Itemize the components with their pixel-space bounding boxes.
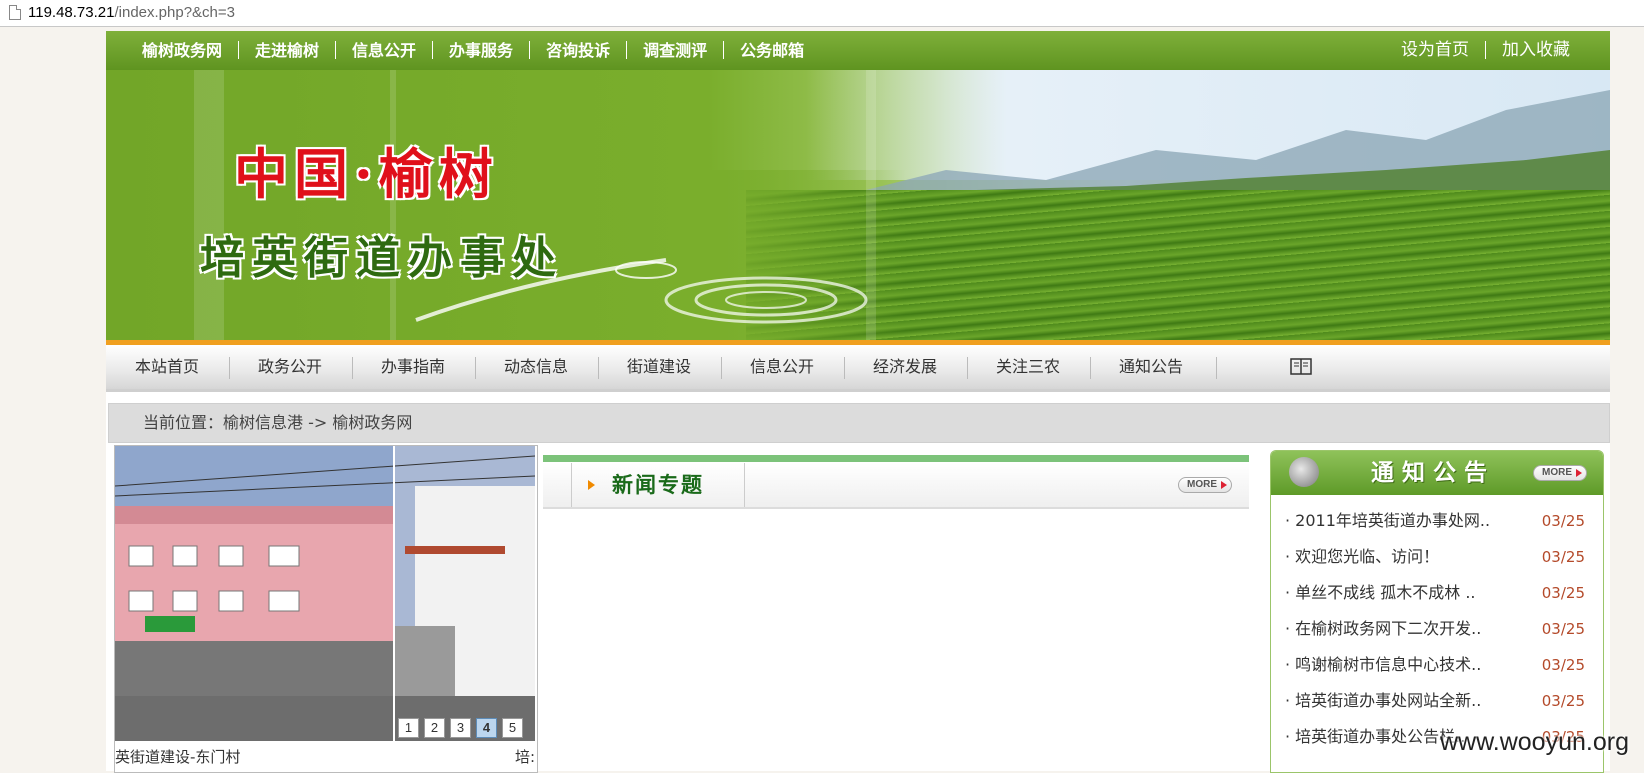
top-link-zixun[interactable]: 咨询投诉 — [546, 31, 610, 70]
banner-title: 中国·榆树 — [234, 142, 499, 206]
banner-stripe — [194, 70, 224, 340]
notice-item-title[interactable]: 单丝不成线 孤木不成林 .. — [1295, 583, 1475, 602]
slider-image[interactable]: 1 2 3 4 5 — [115, 446, 535, 741]
top-link-youxiang[interactable]: 公务邮箱 — [740, 31, 804, 70]
main-nav: 本站首页 政务公开 办事指南 动态信息 街道建设 信息公开 经济发展 关注三农 … — [106, 345, 1610, 392]
top-link-banshi[interactable]: 办事服务 — [449, 31, 513, 70]
speaker-icon — [1289, 457, 1319, 487]
notice-item[interactable]: · 培英街道办事处网站全新.. 03/25 — [1271, 683, 1603, 719]
book-icon[interactable] — [1290, 358, 1312, 375]
separator — [335, 41, 337, 59]
separator — [1485, 41, 1486, 59]
photo-slider[interactable]: 1 2 3 4 5 英街道建设-东门村 培: — [114, 445, 538, 773]
nav-divider — [1216, 357, 1217, 379]
site-banner: 中国·榆树 培英街道办事处 — [106, 70, 1610, 340]
slider-caption-next[interactable]: 培: — [515, 745, 535, 769]
arrow-right-icon — [588, 480, 595, 490]
building-photo — [115, 446, 535, 741]
nav-tongzhi[interactable]: 通知公告 — [1090, 345, 1212, 389]
top-link-zoujin[interactable]: 走进榆树 — [255, 31, 319, 70]
notice-item[interactable]: · 欢迎您光临、访问！ 03/25 — [1271, 539, 1603, 575]
pager-page-3[interactable]: 3 — [450, 718, 471, 738]
notice-item[interactable]: · 在榆树政务网下二次开发.. 03/25 — [1271, 611, 1603, 647]
top-links: 榆树政务网 走进榆树 信息公开 办事服务 咨询投诉 调查测评 公务邮箱 — [142, 31, 804, 70]
nav-banshi[interactable]: 办事指南 — [352, 345, 474, 389]
nav-jiedao[interactable]: 街道建设 — [598, 345, 720, 389]
nav-sannong[interactable]: 关注三农 — [967, 345, 1089, 389]
top-link-xinxi[interactable]: 信息公开 — [352, 31, 416, 70]
news-tab[interactable]: 新闻专题 — [571, 463, 745, 507]
set-home-link[interactable]: 设为首页 — [1401, 31, 1469, 70]
notice-item-title[interactable]: 鸣谢榆树市信息中心技术.. — [1295, 655, 1481, 674]
notice-item-title[interactable]: 欢迎您光临、访问！ — [1295, 547, 1439, 566]
news-top-line — [543, 455, 1249, 462]
nav-home[interactable]: 本站首页 — [106, 345, 228, 389]
add-favorite-link[interactable]: 加入收藏 — [1502, 31, 1570, 70]
url-host: 119.48.73.21 — [28, 4, 115, 21]
separator — [432, 41, 434, 59]
separator — [626, 41, 628, 59]
site-frame: 榆树政务网 走进榆树 信息公开 办事服务 咨询投诉 调查测评 公务邮箱 设为首页… — [106, 31, 1610, 773]
nav-zhengwu[interactable]: 政务公开 — [229, 345, 351, 389]
notice-item-date: 03/25 — [1541, 548, 1585, 566]
news-header: 新闻专题 MORE — [543, 463, 1249, 509]
notice-header: 通知公告 MORE — [1271, 451, 1603, 495]
nav-jingji[interactable]: 经济发展 — [844, 345, 966, 389]
pager-page-5[interactable]: 5 — [502, 718, 523, 738]
breadcrumb: 当前位置：榆树信息港 -> 榆树政务网 — [108, 403, 1610, 443]
slider-pager: 1 2 3 4 5 — [398, 718, 523, 738]
notice-item-title[interactable]: 在榆树政务网下二次开发.. — [1295, 619, 1481, 638]
top-link-diaocha[interactable]: 调查测评 — [643, 31, 707, 70]
notice-item[interactable]: · 鸣谢榆树市信息中心技术.. 03/25 — [1271, 647, 1603, 683]
notice-item[interactable]: · 2011年培英街道办事处网.. 03/25 — [1271, 503, 1603, 539]
top-link-zhengwu[interactable]: 榆树政务网 — [142, 31, 222, 70]
url-path: /index.php?&ch=3 — [114, 4, 235, 21]
notice-item-title[interactable]: 2011年培英街道办事处网.. — [1295, 511, 1490, 530]
breadcrumb-text: 当前位置：榆树信息港 -> 榆树政务网 — [143, 413, 413, 432]
separator — [238, 41, 240, 59]
notice-item-date: 03/25 — [1541, 620, 1585, 638]
notice-title: 通知公告 — [1371, 459, 1495, 486]
notice-list: · 2011年培英街道办事处网.. 03/25 · 欢迎您光临、访问！ 03/25 … — [1271, 503, 1603, 755]
notice-item-date: 03/25 — [1541, 692, 1585, 710]
notice-item[interactable]: · 单丝不成线 孤木不成林 .. 03/25 — [1271, 575, 1603, 611]
nav-xinxi[interactable]: 信息公开 — [721, 345, 843, 389]
browser-address-bar[interactable]: 119.48.73.21/index.php?&ch=3 — [0, 0, 1644, 27]
notice-item-title[interactable]: 培英街道办事处网站全新.. — [1295, 691, 1481, 710]
news-more-button[interactable]: MORE — [1178, 477, 1232, 493]
banner-subtitle: 培英街道办事处 — [200, 233, 564, 284]
news-panel: 新闻专题 MORE — [543, 455, 1249, 771]
notice-item-date: 03/25 — [1541, 656, 1585, 674]
url-text[interactable]: 119.48.73.21/index.php?&ch=3 — [28, 0, 235, 26]
pager-page-2[interactable]: 2 — [424, 718, 445, 738]
separator — [529, 41, 531, 59]
slider-caption: 英街道建设-东门村 培: — [115, 745, 535, 769]
slider-caption-text[interactable]: 英街道建设-东门村 — [115, 748, 240, 766]
notice-item-date: 03/25 — [1541, 512, 1585, 530]
pager-page-1[interactable]: 1 — [398, 718, 419, 738]
page-icon — [9, 5, 21, 20]
watermark-text: www.wooyun.org — [1440, 728, 1629, 756]
pager-page-4[interactable]: 4 — [476, 718, 497, 738]
separator — [723, 41, 725, 59]
top-link-bar: 榆树政务网 走进榆树 信息公开 办事服务 咨询投诉 调查测评 公务邮箱 设为首页… — [106, 31, 1610, 70]
notice-more-button[interactable]: MORE — [1533, 465, 1587, 481]
top-right-links: 设为首页 加入收藏 — [1401, 31, 1570, 70]
notice-item-date: 03/25 — [1541, 584, 1585, 602]
nav-dongtai[interactable]: 动态信息 — [475, 345, 597, 389]
news-title: 新闻专题 — [612, 472, 704, 497]
notice-panel: 通知公告 MORE · 2011年培英街道办事处网.. 03/25 · 欢迎您光临… — [1270, 450, 1604, 773]
